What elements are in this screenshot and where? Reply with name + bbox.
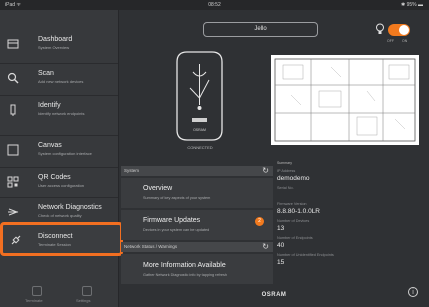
sidebar-item-dashboard[interactable]: Dashboard System Overview (0, 30, 118, 58)
device-count-value: 13 (277, 225, 285, 232)
ip-address-label: IP Address (277, 169, 296, 173)
connection-status: CONNECTED (187, 145, 213, 150)
sidebar-item-sub: Check of network quality (38, 213, 82, 218)
sidebar-item-sub: System configuration interface (38, 151, 92, 156)
overview-sub: Summary of key aspects of your system (143, 196, 211, 200)
sidebar-footer: Terminate Settings (0, 275, 118, 307)
network-info-card[interactable]: More Information Available Gather Networ… (121, 254, 273, 284)
disconnect-icon (11, 235, 21, 245)
system-panel-header: System ↻ (121, 166, 273, 176)
summary-panel: Summary IP Address demodemo Serial No. F… (274, 161, 422, 286)
settings-tab-icon (82, 286, 92, 296)
network-panel-title: Network Status / Warnings (124, 244, 178, 249)
settings-tab[interactable]: Settings (76, 298, 90, 303)
battery-label: ✱ 95% ▬ (401, 2, 423, 8)
sidebar-item-sub: User access configuration (38, 183, 85, 188)
overview-title: Overview (143, 185, 173, 192)
status-bar: iPad ᯤ 08:52 ✱ 95% ▬ (0, 0, 429, 10)
summary-header: Summary (277, 161, 292, 165)
sidebar-item-label: QR Codes (38, 174, 71, 181)
unidentified-count-value: 15 (277, 259, 285, 266)
clock-label: 08:52 (208, 2, 221, 8)
firmware-version-label: Firmware Version (277, 202, 307, 206)
osram-logo: OSRAM (261, 292, 287, 298)
network-info-sub: Gather Network Diagnostic info by tappin… (143, 273, 227, 277)
overview-card[interactable]: Overview Summary of key aspects of your … (121, 178, 273, 208)
sidebar-item-label: Network Diagnostics (38, 204, 102, 211)
toggle-on-label: ON (402, 39, 408, 43)
sidebar-item-sub: Identify network endpoints (38, 111, 85, 116)
sidebar-item-canvas[interactable]: Canvas System configuration interface (0, 135, 118, 164)
sidebar-item-scan[interactable]: Scan Add new network devices (0, 63, 118, 92)
search-icon (7, 72, 19, 84)
network-icon (8, 208, 19, 216)
toggle-knob (399, 25, 409, 35)
sidebar-item-identify[interactable]: Identify Identify network endpoints (0, 95, 118, 124)
toggle-off-label: OFF (387, 39, 394, 43)
sidebar-item-label: Identify (38, 102, 61, 109)
canvas-icon (7, 144, 19, 156)
refresh-icon[interactable]: ↻ (262, 167, 269, 175)
sidebar-item-disconnect[interactable]: Disconnect Terminate Session (0, 222, 123, 256)
firmware-title: Firmware Updates (143, 217, 201, 224)
sidebar-item-label: Disconnect (38, 233, 73, 240)
sidebar-item-label: Scan (38, 70, 54, 77)
device-name-field[interactable]: Jello (203, 22, 318, 37)
dashboard-icon (7, 39, 19, 49)
device-brand-label: OSRAM (193, 128, 206, 132)
sidebar-item-sub: Terminate Session (38, 242, 71, 247)
endpoint-count-value: 40 (277, 242, 285, 249)
device-count-label: Number of Devices (277, 219, 310, 223)
identify-icon (10, 104, 16, 116)
firmware-updates-card[interactable]: Firmware Updates Devices in your system … (121, 210, 273, 240)
sidebar-item-qr-codes[interactable]: QR Codes User access configuration (0, 167, 118, 196)
network-panel-header: Network Status / Warnings ↻ (121, 242, 273, 252)
system-panel: System ↻ Overview Summary of key aspects… (121, 166, 273, 284)
terminate-tab[interactable]: Terminate (25, 298, 43, 303)
serial-label: Serial No. (277, 186, 294, 190)
gateway-device-image: OSRAM (175, 50, 224, 142)
unidentified-count-label: Number of Unidentified Endpoints (277, 253, 334, 257)
firmware-version-value: 8.8.80-1.0.0LR (277, 208, 321, 215)
qr-code-icon (7, 176, 19, 188)
network-info-title: More Information Available (143, 262, 226, 269)
update-count-badge: 2 (255, 217, 264, 226)
sidebar-item-label: Dashboard (38, 36, 73, 43)
refresh-icon[interactable]: ↻ (262, 243, 269, 251)
power-toggle[interactable] (388, 24, 410, 36)
terminate-tab-icon (32, 286, 42, 296)
firmware-sub: Devices in your system can be updated (143, 228, 210, 232)
endpoint-count-label: Number of Endpoints (277, 236, 313, 240)
sidebar: Dashboard System Overview Scan Add new n… (0, 10, 123, 307)
system-panel-title: System (124, 168, 140, 173)
info-icon[interactable]: i (408, 287, 418, 297)
bulb-icon (376, 23, 384, 34)
sidebar-item-sub: System Overview (38, 45, 70, 50)
ip-address-value: demodemo (277, 175, 310, 182)
sidebar-item-sub: Add new network devices (38, 79, 84, 84)
floorplan-thumbnail[interactable] (271, 55, 419, 145)
main-content: Jello OFF ON OSRAM CONNECTED System ↻ Ov… (119, 10, 429, 307)
sidebar-item-label: Canvas (38, 142, 62, 149)
